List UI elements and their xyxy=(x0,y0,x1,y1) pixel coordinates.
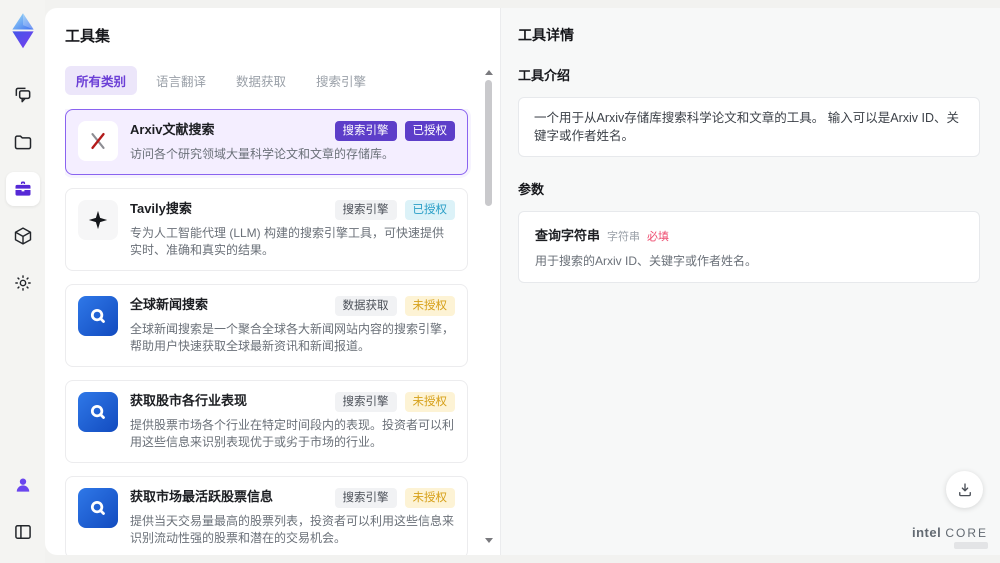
brand-intel-text: intel xyxy=(911,525,942,540)
content-shell: 工具集 所有类别 语言翻译 数据获取 搜索引擎 Arxiv文献搜索 搜索引擎 已… xyxy=(45,8,1000,555)
category-badge: 搜索引擎 xyxy=(334,200,397,220)
toolset-panel: 工具集 所有类别 语言翻译 数据获取 搜索引擎 Arxiv文献搜索 搜索引擎 已… xyxy=(45,8,500,555)
param-required-badge: 必填 xyxy=(647,231,670,243)
param-desc: 用于搜索的Arxiv ID、关键字或作者姓名。 xyxy=(535,254,758,268)
param-name: 查询字符串 xyxy=(535,228,601,243)
download-icon xyxy=(958,482,971,496)
tool-desc: 提供股票市场各个行业在特定时间段内的表现。投资者可以利用这些信息来识别表现优于或… xyxy=(130,418,455,449)
tool-card-active-stocks[interactable]: 获取市场最活跃股票信息 搜索引擎 未授权 提供当天交易量最高的股票列表，投资者可… xyxy=(65,476,468,555)
tool-desc: 专为人工智能代理 (LLM) 构建的搜索引擎工具，可快速提供实时、准确和真实的结… xyxy=(130,226,445,257)
category-badge: 搜索引擎 xyxy=(334,392,397,412)
toolbox-icon[interactable] xyxy=(5,172,40,206)
arxiv-x-icon xyxy=(78,121,118,161)
auth-badge: 未授权 xyxy=(404,296,455,316)
tool-detail-panel: 工具详情 工具介绍 一个用于从Arxiv存储库搜索科学论文和文章的工具。 输入可… xyxy=(500,8,1000,555)
auth-badge: 未授权 xyxy=(404,488,455,508)
tab-all-categories[interactable]: 所有类别 xyxy=(65,66,138,95)
param-item: 查询字符串 字符串 必填 用于搜索的Arxiv ID、关键字或作者姓名。 xyxy=(518,211,980,283)
tool-desc: 全球新闻搜索是一个聚合全球各大新闻网站内容的搜索引擎，帮助用户快速获取全球最新资… xyxy=(130,322,455,353)
intro-text: 一个用于从Arxiv存储库搜索科学论文和文章的工具。 输入可以是Arxiv ID… xyxy=(518,97,980,157)
page-title: 工具集 xyxy=(65,28,111,45)
tool-card-tavily[interactable]: Tavily搜索 搜索引擎 已授权 专为人工智能代理 (LLM) 构建的搜索引擎… xyxy=(65,188,468,271)
rail-bottom xyxy=(6,468,40,563)
folder-icon[interactable] xyxy=(6,125,40,159)
search-blue-icon xyxy=(78,392,118,432)
auth-badge: 已授权 xyxy=(404,121,455,141)
app-window: 工具集 所有类别 语言翻译 数据获取 搜索引擎 Arxiv文献搜索 搜索引擎 已… xyxy=(0,0,1000,563)
brand-subtext-bar xyxy=(954,542,988,549)
category-badge: 搜索引擎 xyxy=(334,121,397,141)
tab-language-translation[interactable]: 语言翻译 xyxy=(145,66,217,95)
search-blue-icon xyxy=(78,488,118,528)
param-type-badge: 字符串 xyxy=(607,231,641,243)
tool-card-global-news[interactable]: 全球新闻搜索 数据获取 未授权 全球新闻搜索是一个聚合全球各大新闻网站内容的搜索… xyxy=(65,284,468,367)
params-heading: 参数 xyxy=(518,182,545,197)
tool-card-arxiv[interactable]: Arxiv文献搜索 搜索引擎 已授权 访问各个研究领域大量科学论文和文章的存储库… xyxy=(65,109,468,175)
gear-icon[interactable] xyxy=(6,266,40,300)
tab-search-engine[interactable]: 搜索引擎 xyxy=(305,66,377,95)
tool-name: 全球新闻搜索 xyxy=(130,297,209,312)
category-badge: 搜索引擎 xyxy=(334,488,397,508)
left-rail xyxy=(0,0,45,563)
intro-heading: 工具介绍 xyxy=(518,68,571,83)
detail-title: 工具详情 xyxy=(518,27,574,43)
auth-badge: 已授权 xyxy=(404,200,455,220)
app-logo-icon xyxy=(8,12,38,50)
tool-card-sector-performance[interactable]: 获取股市各行业表现 搜索引擎 未授权 提供股票市场各个行业在特定时间段内的表现。… xyxy=(65,380,468,463)
scroll-up-icon[interactable] xyxy=(485,70,493,75)
tool-name: 获取股市各行业表现 xyxy=(130,393,248,408)
scrollbar-thumb[interactable] xyxy=(485,80,492,206)
tool-desc: 提供当天交易量最高的股票列表，投资者可以利用这些信息来识别流动性强的股票和潜在的… xyxy=(130,514,455,545)
search-blue-icon xyxy=(78,296,118,336)
category-tabs: 所有类别 语言翻译 数据获取 搜索引擎 xyxy=(65,66,474,95)
category-badge: 数据获取 xyxy=(334,296,397,316)
tool-desc: 访问各个研究领域大量科学论文和文章的存储库。 xyxy=(130,147,395,161)
chat-icon[interactable] xyxy=(6,78,40,112)
tool-name: Tavily搜索 xyxy=(130,201,192,216)
panel-toggle-icon[interactable] xyxy=(6,515,40,549)
auth-badge: 未授权 xyxy=(404,392,455,412)
intel-core-logo: intel CORE xyxy=(912,525,988,549)
brand-core-text: CORE xyxy=(945,526,988,540)
cube-icon[interactable] xyxy=(6,219,40,253)
download-button[interactable] xyxy=(946,471,983,508)
tool-name: 获取市场最活跃股票信息 xyxy=(130,489,274,504)
scroll-down-icon[interactable] xyxy=(485,538,493,543)
list-scrollbar[interactable] xyxy=(485,70,493,545)
user-icon[interactable] xyxy=(6,468,40,502)
tab-data-acquisition[interactable]: 数据获取 xyxy=(225,66,297,95)
tool-name: Arxiv文献搜索 xyxy=(130,122,215,137)
tool-list: Arxiv文献搜索 搜索引擎 已授权 访问各个研究领域大量科学论文和文章的存储库… xyxy=(65,109,474,555)
sparkle-icon xyxy=(78,200,118,240)
